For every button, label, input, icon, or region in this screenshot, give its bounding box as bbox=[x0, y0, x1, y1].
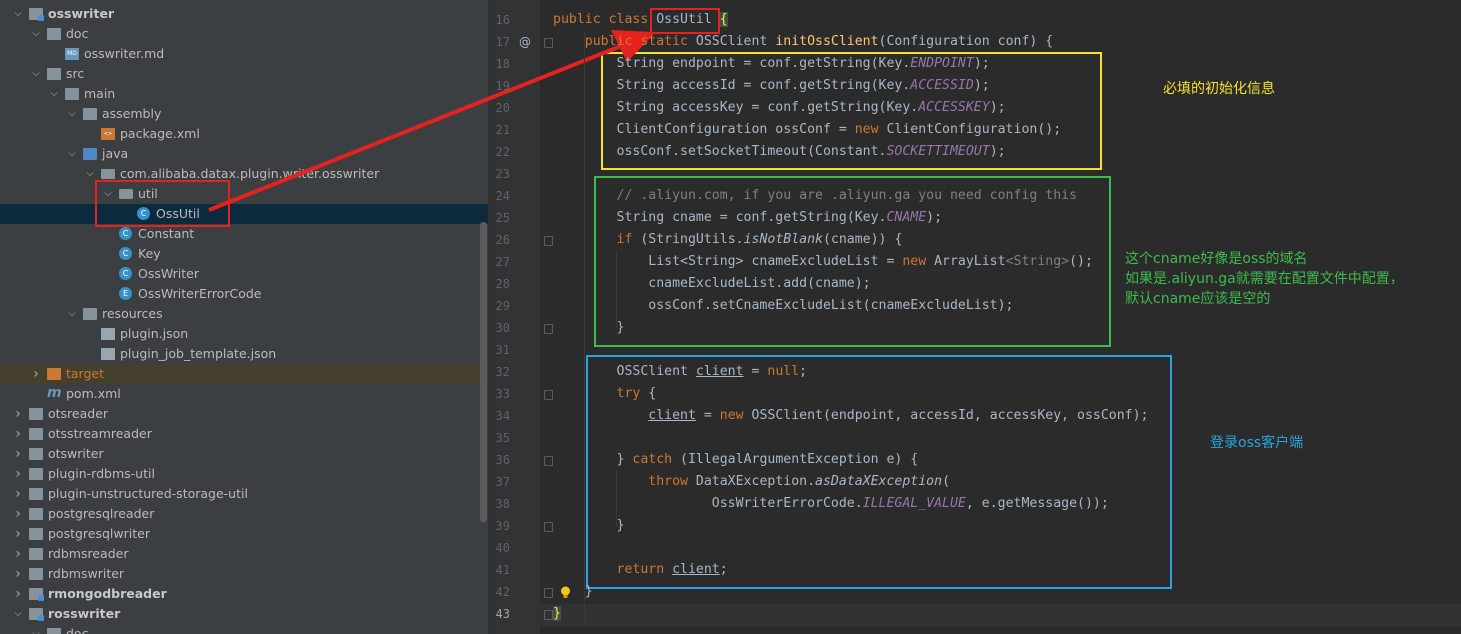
line-number: 38 bbox=[495, 497, 510, 511]
indent-guide bbox=[584, 31, 585, 625]
line-number: 21 bbox=[495, 123, 510, 137]
code-line: String accessId = conf.getString(Key.ACC… bbox=[553, 78, 990, 93]
fold-marker-icon[interactable] bbox=[544, 588, 553, 598]
fold-marker-icon[interactable] bbox=[544, 324, 553, 334]
line-number: 28 bbox=[495, 277, 510, 291]
code-line: ClientConfiguration ossConf = new Client… bbox=[553, 122, 1062, 137]
indent-guide bbox=[616, 251, 617, 328]
fold-marker-icon[interactable] bbox=[544, 610, 553, 620]
line-number: 27 bbox=[495, 255, 510, 269]
code-line: OSSClient client = null; bbox=[553, 364, 808, 379]
line-number: 22 bbox=[495, 145, 510, 159]
code-line: cnameExcludeList.add(cname); bbox=[553, 276, 871, 291]
fold-marker-icon[interactable] bbox=[544, 456, 553, 466]
code-line: List<String> cnameExcludeList = new Arra… bbox=[553, 254, 1093, 269]
line-number: 20 bbox=[495, 101, 510, 115]
line-number: 42 bbox=[495, 585, 510, 599]
line-number: 23 bbox=[495, 167, 510, 181]
code-line: } catch (IllegalArgumentException e) { bbox=[553, 452, 919, 467]
code-line: } bbox=[553, 320, 625, 335]
fold-marker-icon[interactable] bbox=[544, 390, 553, 400]
line-number: 32 bbox=[495, 365, 510, 379]
line-number: 35 bbox=[495, 431, 510, 445]
line-number: 26 bbox=[495, 233, 510, 247]
code-line: OssWriterErrorCode.ILLEGAL_VALUE, e.getM… bbox=[553, 496, 1109, 511]
line-number: 37 bbox=[495, 475, 510, 489]
line-number: 17 bbox=[495, 35, 510, 49]
code-line: String endpoint = conf.getString(Key.END… bbox=[553, 56, 990, 71]
line-number: 18 bbox=[495, 57, 510, 71]
line-number: 31 bbox=[495, 343, 510, 357]
code-line: public static OSSClient initOssClient(Co… bbox=[553, 34, 1054, 49]
line-number: 41 bbox=[495, 563, 510, 577]
line-number: 40 bbox=[495, 541, 510, 555]
fold-marker-icon[interactable] bbox=[544, 522, 553, 532]
code-line: } bbox=[553, 606, 561, 621]
fold-marker-icon[interactable] bbox=[544, 236, 553, 246]
code-line: String cname = conf.getString(Key.CNAME)… bbox=[553, 210, 943, 225]
line-number: 30 bbox=[495, 321, 510, 335]
code-line: if (StringUtils.isNotBlank(cname)) { bbox=[616, 232, 903, 247]
line-number: 16 bbox=[495, 13, 510, 27]
code-line: } bbox=[553, 518, 625, 533]
line-number: 29 bbox=[495, 299, 510, 313]
code-line: String accessKey = conf.getString(Key.AC… bbox=[553, 100, 1006, 115]
line-number: 24 bbox=[495, 189, 510, 203]
line-number: 25 bbox=[495, 211, 510, 225]
line-number: 43 bbox=[495, 607, 510, 621]
fold-marker-icon[interactable] bbox=[544, 38, 553, 48]
code-line: public class OssUtil { bbox=[553, 12, 728, 27]
indent-guide bbox=[616, 471, 617, 526]
line-number: 19 bbox=[495, 79, 510, 93]
code-line: } bbox=[553, 584, 593, 599]
code-line: ossConf.setSocketTimeout(Constant.SOCKET… bbox=[553, 144, 1006, 159]
code-line: client = new OSSClient(endpoint, accessI… bbox=[648, 408, 1149, 423]
code-line: ossConf.setCnameExcludeList(cnameExclude… bbox=[553, 298, 1014, 313]
code-line: return client; bbox=[616, 562, 728, 577]
line-number: 39 bbox=[495, 519, 510, 533]
line-number: 36 bbox=[495, 453, 510, 467]
code-line: throw DataXException.asDataXException( bbox=[648, 474, 951, 489]
code-line: try { bbox=[616, 386, 657, 401]
line-number: 33 bbox=[495, 387, 510, 401]
code-line: // .aliyun.com, if you are .aliyun.ga yo… bbox=[553, 188, 1078, 203]
line-number: 34 bbox=[495, 409, 510, 423]
